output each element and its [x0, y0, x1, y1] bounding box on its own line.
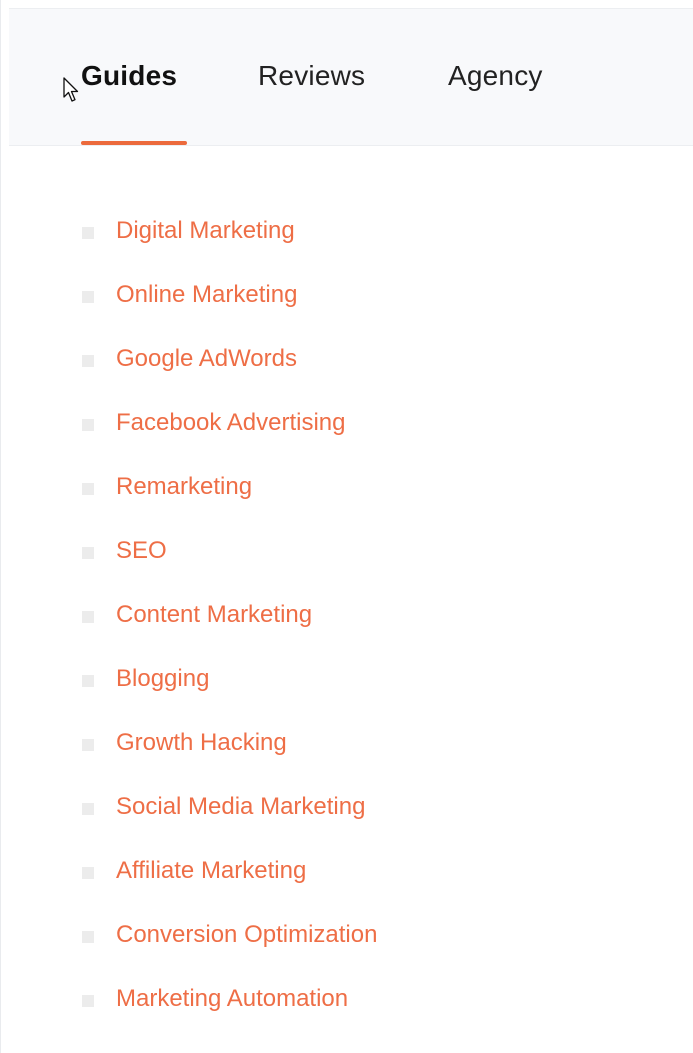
list-item: Content Marketing [1, 584, 693, 648]
guide-link-growth-hacking[interactable]: Growth Hacking [116, 727, 287, 759]
list-item: Growth Hacking [1, 712, 693, 776]
guide-link-facebook-advertising[interactable]: Facebook Advertising [116, 407, 345, 439]
guide-link-digital-marketing[interactable]: Digital Marketing [116, 215, 295, 247]
bullet-square-icon [82, 931, 94, 943]
list-item: SEO [1, 520, 693, 584]
bullet-square-icon [82, 867, 94, 879]
list-item: Facebook Advertising [1, 392, 693, 456]
bullet-square-icon [82, 995, 94, 1007]
list-item: Blogging [1, 648, 693, 712]
bullet-square-icon [82, 611, 94, 623]
guide-link-google-adwords[interactable]: Google AdWords [116, 343, 297, 375]
bullet-square-icon [82, 227, 94, 239]
guide-link-seo[interactable]: SEO [116, 535, 167, 567]
bullet-square-icon [82, 675, 94, 687]
guides-list: Digital Marketing Online Marketing Googl… [1, 200, 693, 1032]
guide-link-marketing-automation[interactable]: Marketing Automation [116, 983, 348, 1015]
guide-link-remarketing[interactable]: Remarketing [116, 471, 252, 503]
bullet-square-icon [82, 547, 94, 559]
bullet-square-icon [82, 483, 94, 495]
tab-agency[interactable]: Agency [448, 59, 543, 93]
guide-link-online-marketing[interactable]: Online Marketing [116, 279, 297, 311]
tab-guides[interactable]: Guides [81, 59, 177, 93]
guide-link-social-media-marketing[interactable]: Social Media Marketing [116, 791, 365, 823]
bullet-square-icon [82, 355, 94, 367]
list-item: Affiliate Marketing [1, 840, 693, 904]
list-item: Marketing Automation [1, 968, 693, 1032]
guide-link-blogging[interactable]: Blogging [116, 663, 209, 695]
list-item: Online Marketing [1, 264, 693, 328]
bullet-square-icon [82, 419, 94, 431]
tab-bar: Guides Reviews Agency [9, 8, 693, 146]
guides-panel: Guides Reviews Agency Digital Marketing … [0, 0, 693, 1053]
guide-link-conversion-optimization[interactable]: Conversion Optimization [116, 919, 377, 951]
guide-link-content-marketing[interactable]: Content Marketing [116, 599, 312, 631]
bullet-square-icon [82, 803, 94, 815]
list-item: Conversion Optimization [1, 904, 693, 968]
mouse-cursor-icon [63, 77, 79, 102]
guide-link-affiliate-marketing[interactable]: Affiliate Marketing [116, 855, 306, 887]
active-tab-indicator [81, 141, 187, 145]
bullet-square-icon [82, 291, 94, 303]
list-item: Remarketing [1, 456, 693, 520]
bullet-square-icon [82, 739, 94, 751]
list-item: Social Media Marketing [1, 776, 693, 840]
tab-reviews[interactable]: Reviews [258, 59, 365, 93]
list-item: Digital Marketing [1, 200, 693, 264]
list-item: Google AdWords [1, 328, 693, 392]
